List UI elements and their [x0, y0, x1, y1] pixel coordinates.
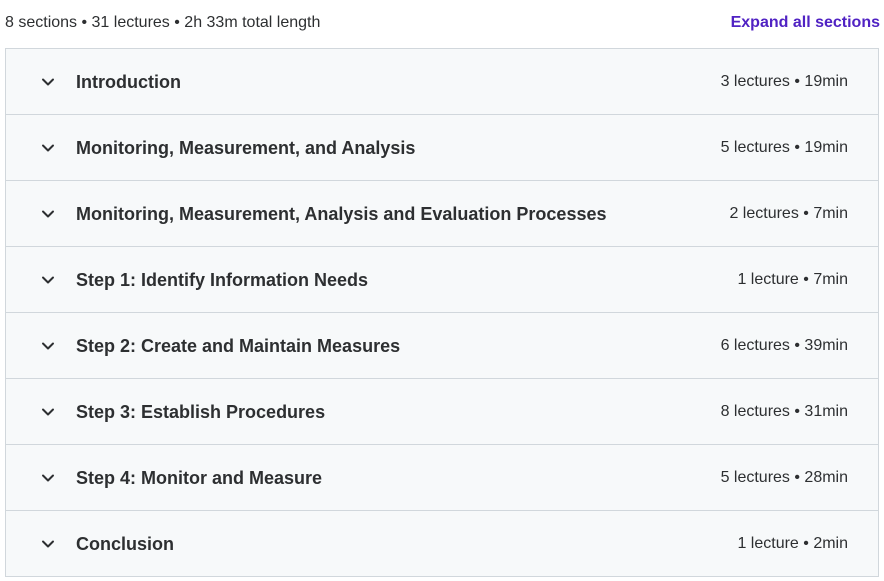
section-panel-conclusion[interactable]: Conclusion 1 lecture • 2min [6, 511, 878, 576]
chevron-down-icon [39, 271, 57, 289]
section-title: Introduction [76, 72, 181, 92]
section-title: Monitoring, Measurement, Analysis and Ev… [76, 204, 607, 224]
course-curriculum: 8 sections • 31 lectures • 2h 33m total … [0, 0, 884, 581]
chevron-down-icon [39, 205, 57, 223]
section-panel-evaluation-processes[interactable]: Monitoring, Measurement, Analysis and Ev… [6, 181, 878, 247]
chevron-down-icon [39, 403, 57, 421]
section-title: Monitoring, Measurement, and Analysis [76, 138, 416, 158]
section-meta: 6 lectures • 39min [720, 337, 848, 354]
section-panel-introduction[interactable]: Introduction 3 lectures • 19min [6, 49, 878, 115]
section-title: Step 3: Establish Procedures [76, 402, 326, 422]
section-panel-step-2[interactable]: Step 2: Create and Maintain Measures 6 l… [6, 313, 878, 379]
section-meta: 1 lecture • 7min [737, 271, 848, 288]
section-list: Introduction 3 lectures • 19min Monitori… [5, 48, 879, 577]
chevron-down-icon [39, 535, 57, 553]
section-panel-monitoring-measurement-analysis[interactable]: Monitoring, Measurement, and Analysis 5 … [6, 115, 878, 181]
expand-all-sections-button[interactable]: Expand all sections [731, 13, 880, 33]
section-meta: 2 lectures • 7min [729, 205, 848, 222]
section-title: Step 4: Monitor and Measure [76, 468, 323, 488]
section-panel-step-1[interactable]: Step 1: Identify Information Needs 1 lec… [6, 247, 878, 313]
chevron-down-icon [39, 139, 57, 157]
curriculum-summary-bar: 8 sections • 31 lectures • 2h 33m total … [0, 0, 880, 46]
section-meta: 5 lectures • 19min [720, 139, 848, 156]
section-meta: 8 lectures • 31min [720, 403, 848, 420]
chevron-down-icon [39, 73, 57, 91]
section-title: Conclusion [76, 534, 174, 554]
chevron-down-icon [39, 469, 57, 487]
section-panel-step-4[interactable]: Step 4: Monitor and Measure 5 lectures •… [6, 445, 878, 511]
chevron-down-icon [39, 337, 57, 355]
section-meta: 3 lectures • 19min [720, 73, 848, 90]
section-meta: 1 lecture • 2min [737, 535, 848, 552]
section-panel-step-3[interactable]: Step 3: Establish Procedures 8 lectures … [6, 379, 878, 445]
curriculum-summary-text: 8 sections • 31 lectures • 2h 33m total … [5, 14, 321, 31]
section-title: Step 2: Create and Maintain Measures [76, 336, 401, 356]
section-title: Step 1: Identify Information Needs [76, 270, 369, 290]
section-meta: 5 lectures • 28min [720, 469, 848, 486]
